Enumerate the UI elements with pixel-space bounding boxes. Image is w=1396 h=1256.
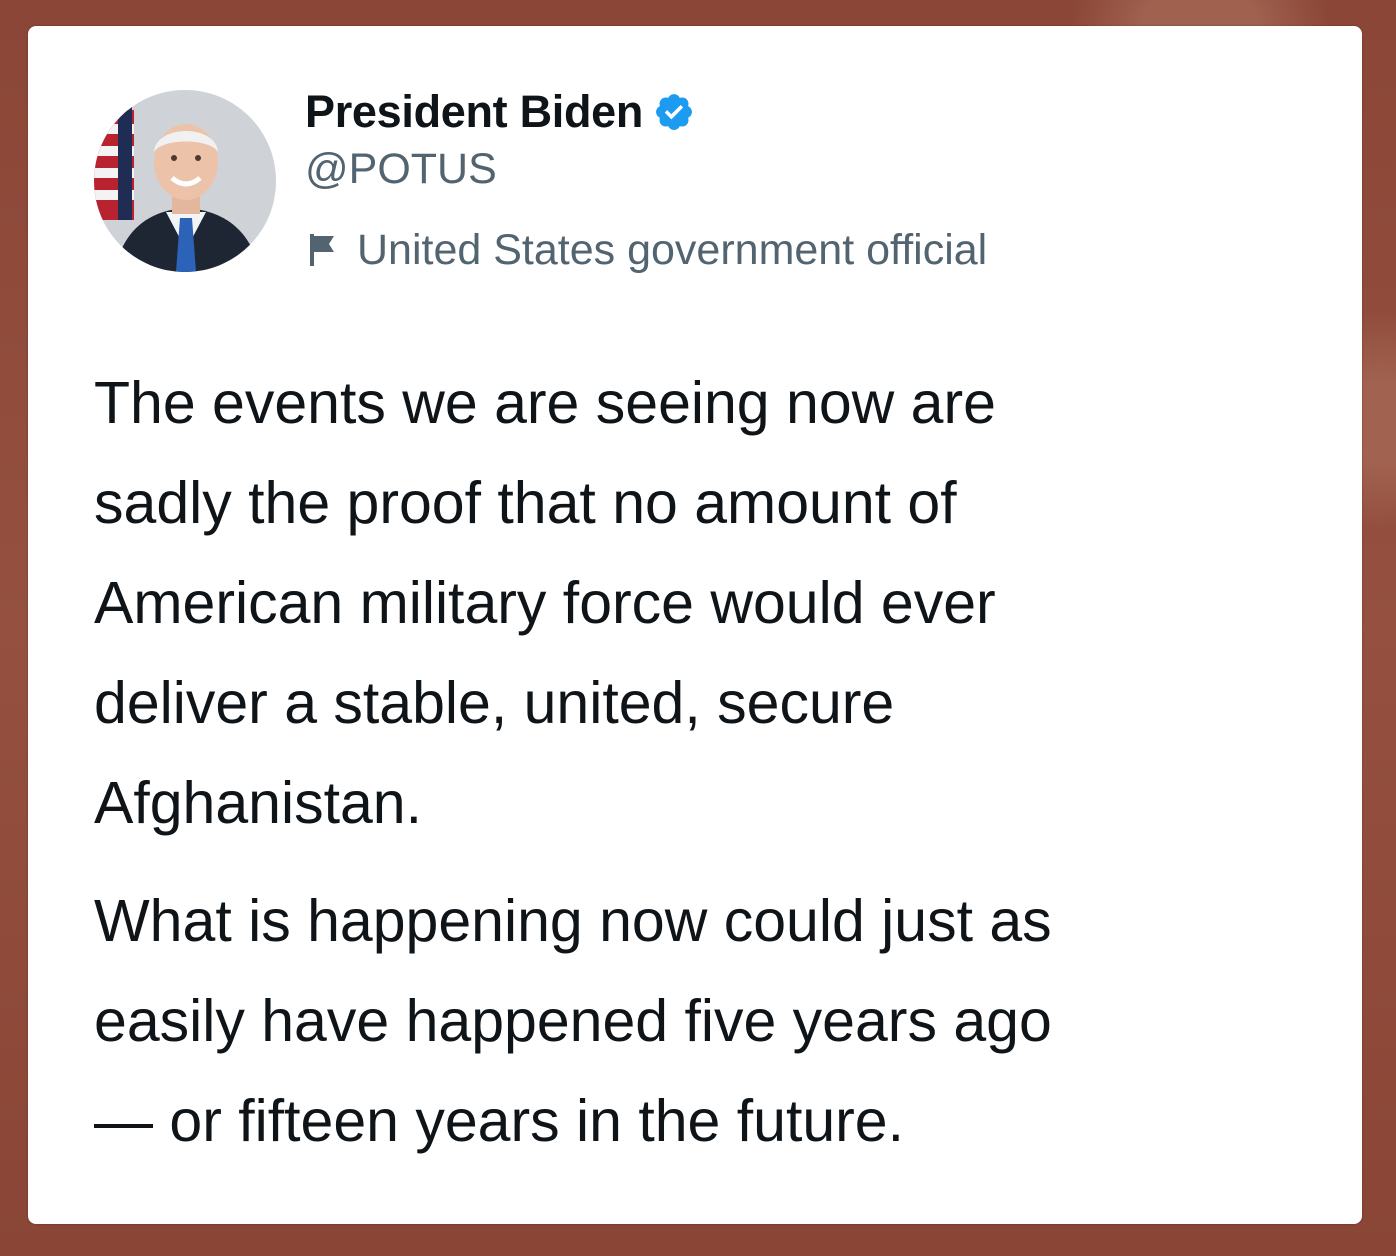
tweet-card: President Biden @POTUS United States gov… [28, 26, 1362, 1224]
flag-icon [307, 232, 339, 268]
account-label: United States government official [307, 222, 987, 278]
avatar-portrait [94, 90, 276, 272]
account-label-text: United States government official [357, 225, 988, 274]
tweet-paragraph: The events we are seeing now are sadly t… [94, 370, 996, 836]
author-name[interactable]: President Biden [305, 86, 643, 138]
author-name-row: President Biden [305, 82, 695, 142]
author-handle[interactable]: @POTUS [305, 145, 497, 194]
avatar[interactable] [94, 90, 276, 272]
tweet-paragraph: What is happening now could just as easi… [94, 888, 1052, 1154]
verified-badge-icon [653, 91, 695, 133]
tweet-text: The events we are seeing now are sadly t… [94, 353, 1344, 1171]
